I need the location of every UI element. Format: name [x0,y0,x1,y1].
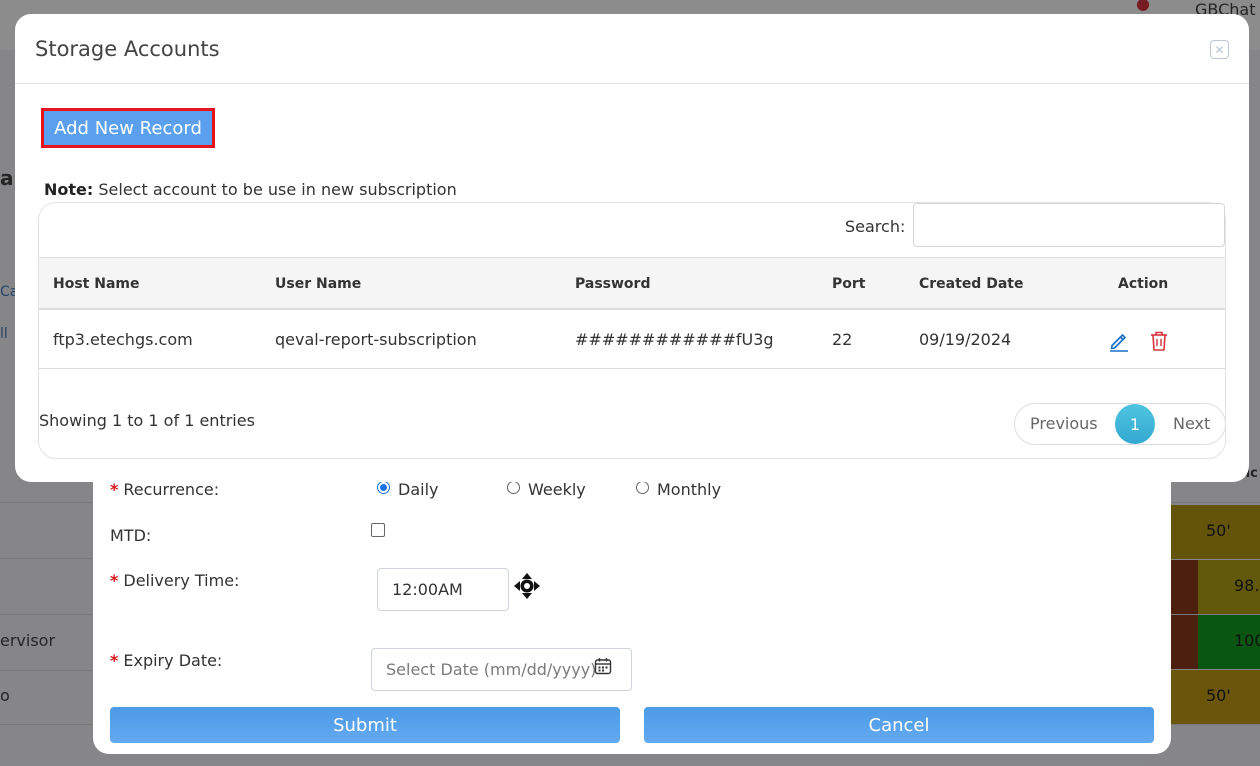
radio-monthly[interactable] [636,481,649,494]
modal-header: Storage Accounts ✕ [15,14,1249,84]
cell-password: ############fU3g [575,330,774,349]
radio-weekly[interactable] [507,481,520,494]
move-arrows-icon[interactable] [514,573,540,599]
recurrence-weekly-option[interactable]: Weekly [507,480,586,499]
table-header: Host Name User Name Password Port Create… [39,257,1225,310]
column-password[interactable]: Password [575,276,650,292]
search-label: Search: [845,217,906,236]
delivery-time-input[interactable]: 12:00AM [377,568,509,611]
close-button[interactable]: ✕ [1210,40,1229,59]
modal-title: Storage Accounts [35,37,220,61]
cell-user-name: qeval-report-subscription [275,330,477,349]
search-input[interactable] [913,203,1225,247]
required-marker: * [110,480,119,499]
note-text: Note: Select account to be use in new su… [44,180,457,199]
mtd-label: MTD: [110,526,152,545]
add-new-record-button[interactable]: Add New Record [41,108,215,148]
subscription-form: * Recurrence: Daily Weekly Monthly MTD: *… [93,440,1171,754]
recurrence-daily-option[interactable]: Daily [377,480,438,499]
table-row[interactable]: ftp3.etechgs.com qeval-report-subscripti… [39,310,1225,369]
edit-icon[interactable] [1108,330,1130,352]
column-action: Action [1118,276,1169,292]
cell-port: 22 [832,330,853,349]
previous-page-button[interactable]: Previous [1030,414,1098,433]
pagination: Previous 1 Next [1014,403,1226,445]
radio-daily[interactable] [377,481,390,494]
note-label: Note: [44,180,94,199]
cell-host-name: ftp3.etechgs.com [53,330,193,349]
recurrence-label: * Recurrence: [110,480,220,499]
column-port[interactable]: Port [832,276,865,292]
column-host-name[interactable]: Host Name [53,276,139,292]
recurrence-monthly-option[interactable]: Monthly [636,480,721,499]
entries-info: Showing 1 to 1 of 1 entries [39,411,255,430]
required-marker: * [110,571,119,590]
storage-accounts-modal: Storage Accounts ✕ Add New Record Note: … [15,14,1249,482]
required-marker: * [110,651,119,670]
next-page-button[interactable]: Next [1173,414,1210,433]
note-message: Select account to be use in new subscrip… [98,180,457,199]
column-user-name[interactable]: User Name [275,276,361,292]
calendar-icon[interactable] [594,657,612,675]
page-button-1[interactable]: 1 [1115,404,1155,444]
column-created-date[interactable]: Created Date [919,276,1023,292]
cancel-button[interactable]: Cancel [644,707,1154,743]
submit-button[interactable]: Submit [110,707,620,743]
close-icon: ✕ [1214,42,1225,57]
storage-accounts-table: Search: Host Name User Name Password Por… [38,202,1226,459]
delivery-time-label: * Delivery Time: [110,571,240,590]
delete-icon[interactable] [1149,330,1169,352]
cell-created-date: 09/19/2024 [919,330,1012,349]
mtd-checkbox[interactable] [371,523,385,537]
expiry-date-label: * Expiry Date: [110,651,223,670]
expiry-date-input[interactable]: Select Date (mm/dd/yyyy) [371,648,632,691]
